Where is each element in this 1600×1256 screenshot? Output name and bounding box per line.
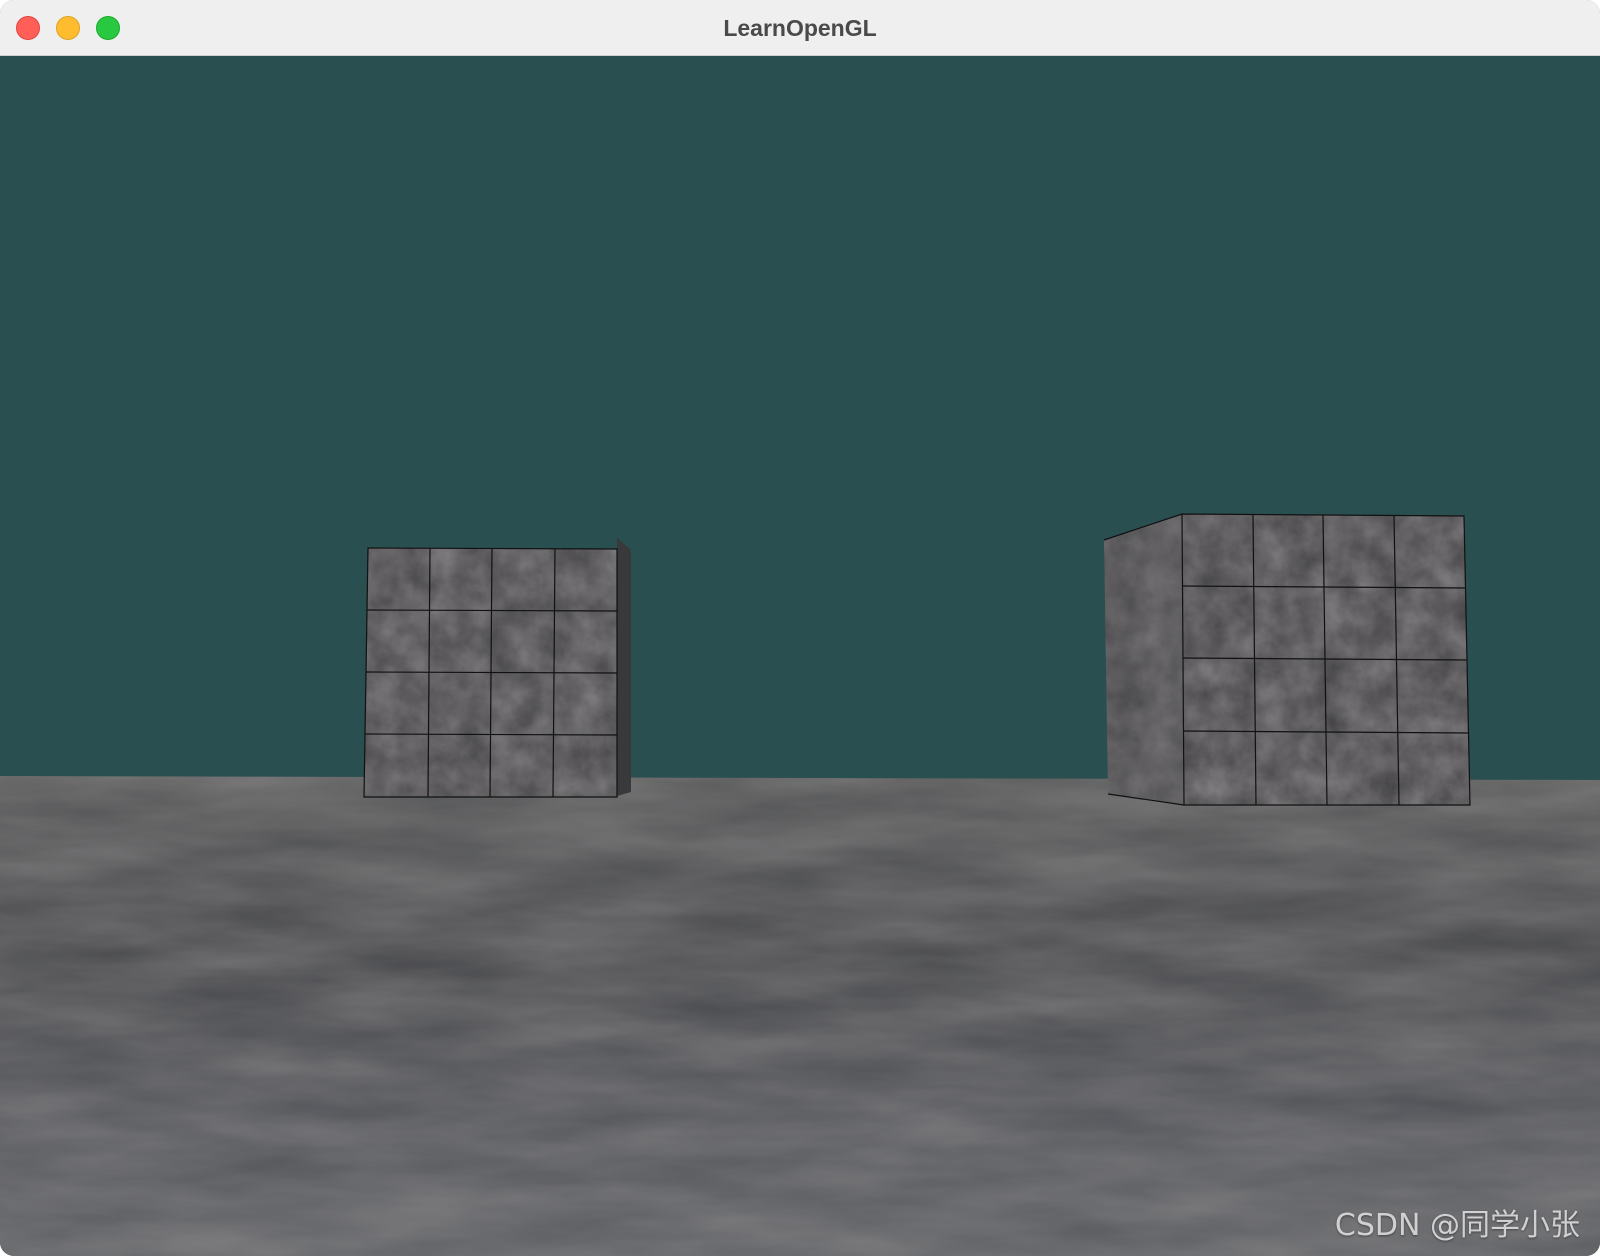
opengl-viewport[interactable]: CSDN @同学小张 bbox=[0, 56, 1600, 1256]
scene-render bbox=[0, 56, 1600, 1256]
window-title: LearnOpenGL bbox=[723, 15, 877, 41]
left-cube-side bbox=[617, 538, 631, 796]
app-window: LearnOpenGL CSDN @同学小张 bbox=[0, 0, 1600, 1256]
title-bar[interactable]: LearnOpenGL bbox=[0, 0, 1600, 56]
watermark-text: CSDN @同学小张 bbox=[1334, 1208, 1580, 1243]
